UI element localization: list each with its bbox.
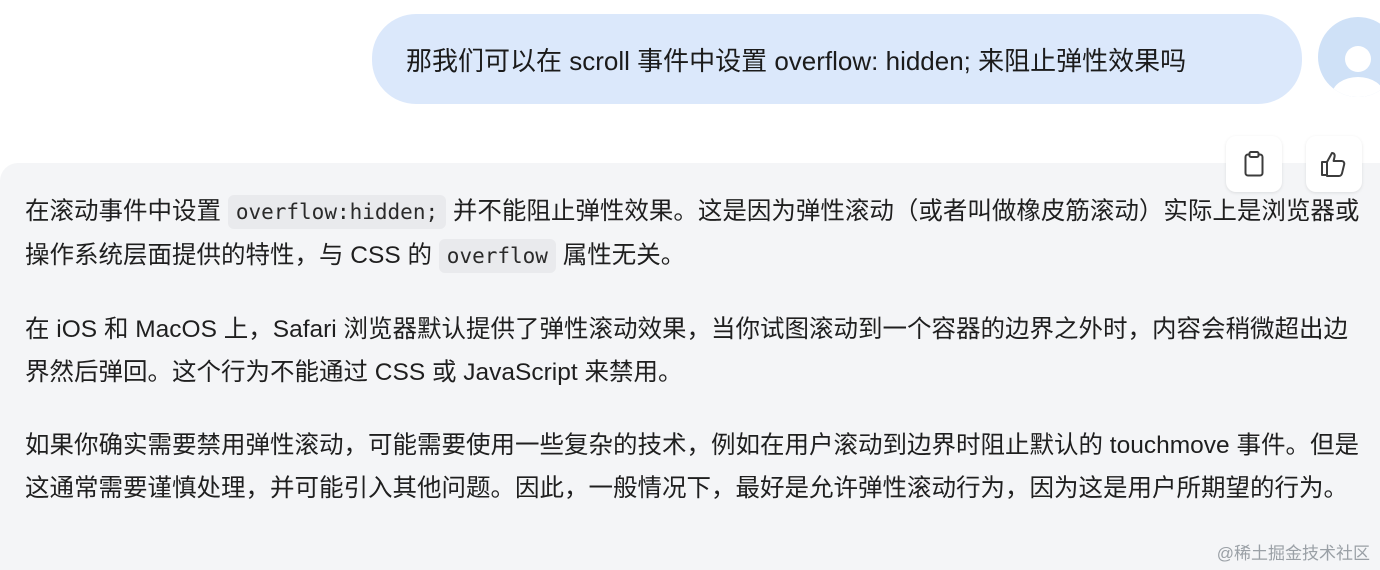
clipboard-icon bbox=[1244, 151, 1264, 177]
watermark: @稀土掘金技术社区 bbox=[1216, 544, 1370, 563]
user-avatar[interactable] bbox=[1318, 17, 1380, 97]
thumbs-up-button[interactable] bbox=[1306, 136, 1362, 192]
response-text: 在滚动事件中设置 bbox=[25, 198, 228, 225]
assistant-response: 在滚动事件中设置 overflow:hidden; 并不能阻止弹性效果。这是因为… bbox=[25, 190, 1370, 510]
user-message-text: 那我们可以在 scroll 事件中设置 overflow: hidden; 来阻… bbox=[406, 45, 1187, 76]
user-message-bubble: 那我们可以在 scroll 事件中设置 overflow: hidden; 来阻… bbox=[372, 14, 1302, 104]
inline-code: overflow bbox=[438, 239, 556, 273]
thumbs-up-icon bbox=[1321, 152, 1346, 177]
user-avatar-icon bbox=[1332, 46, 1380, 97]
copy-button[interactable] bbox=[1226, 136, 1282, 192]
response-paragraph: 在滚动事件中设置 overflow:hidden; 并不能阻止弹性效果。这是因为… bbox=[25, 190, 1370, 278]
response-paragraph: 如果你确实需要禁用弹性滚动，可能需要使用一些复杂的技术，例如在用户滚动到边界时阻… bbox=[25, 432, 1359, 502]
response-text: 属性无关。 bbox=[555, 242, 686, 269]
inline-code: overflow:hidden; bbox=[227, 195, 447, 229]
response-paragraph: 在 iOS 和 MacOS 上，Safari 浏览器默认提供了弹性滚动效果，当你… bbox=[25, 316, 1349, 386]
